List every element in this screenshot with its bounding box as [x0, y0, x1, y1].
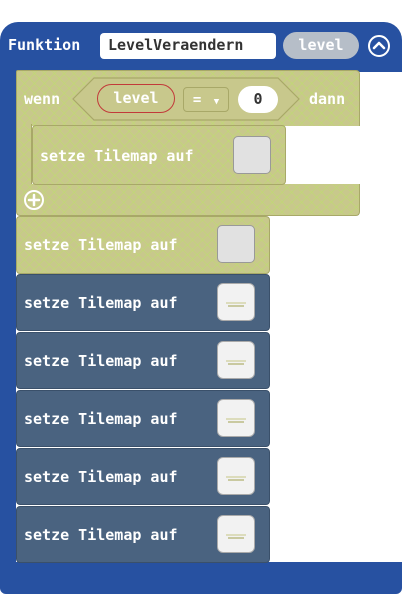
function-block-spine — [0, 70, 16, 565]
if-label: wenn — [24, 90, 61, 108]
then-label: dann — [309, 90, 346, 108]
add-else-button[interactable] — [24, 190, 44, 210]
function-keyword: Funktion — [8, 36, 81, 54]
function-block-footer[interactable] — [0, 562, 402, 594]
tilemap-slot-empty[interactable] — [217, 225, 255, 263]
tilemap-thumbnail[interactable] — [217, 341, 255, 379]
operator-dropdown[interactable]: = ▼ — [183, 87, 229, 112]
if-block-footer[interactable] — [16, 184, 360, 216]
function-parameter-level[interactable]: level — [283, 32, 359, 59]
set-tilemap-label: setze Tilemap auf — [24, 526, 178, 544]
set-tilemap-label: setze Tilemap auf — [40, 147, 194, 165]
collapse-parameters-button[interactable] — [368, 35, 390, 57]
tilemap-slot-empty[interactable] — [233, 136, 271, 174]
tilemap-thumbnail[interactable] — [217, 457, 255, 495]
tilemap-thumbnail[interactable] — [217, 515, 255, 553]
operator-value: = — [192, 92, 202, 108]
if-block-spine — [16, 124, 32, 188]
tilemap-thumbnail[interactable] — [217, 283, 255, 321]
set-tilemap-label: setze Tilemap auf — [24, 468, 178, 486]
set-tilemap-label: setze Tilemap auf — [24, 294, 178, 312]
dropdown-arrow-icon: ▼ — [213, 97, 220, 107]
set-tilemap-label: setze Tilemap auf — [24, 352, 178, 370]
set-tilemap-label: setze Tilemap auf — [24, 410, 178, 428]
compare-value-input[interactable]: 0 — [238, 86, 278, 113]
plus-icon — [27, 193, 41, 207]
variable-level-reporter[interactable]: level — [97, 84, 175, 113]
set-tilemap-label: setze Tilemap auf — [24, 236, 178, 254]
chevron-up-icon — [372, 41, 386, 50]
tilemap-thumbnail[interactable] — [217, 399, 255, 437]
function-name-input[interactable]: LevelVeraendern — [100, 33, 276, 59]
